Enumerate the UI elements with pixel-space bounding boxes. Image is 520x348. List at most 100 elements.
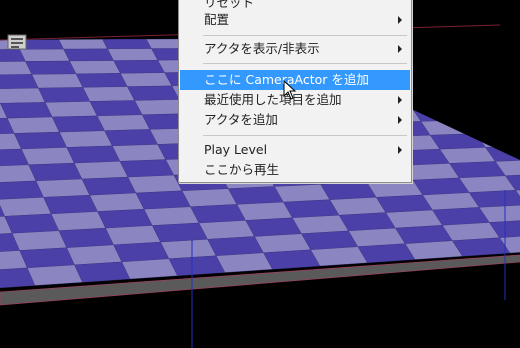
menu-item-label: ここから再生 (204, 162, 280, 177)
floor-tile (245, 217, 302, 237)
floor-tile (198, 220, 255, 240)
floor-tile (89, 192, 145, 212)
floor-tile (127, 174, 183, 194)
mouse-cursor-icon (283, 80, 297, 100)
floor-tile (301, 230, 359, 250)
floor-tile (58, 227, 114, 248)
floor-tile (28, 162, 83, 182)
floor-tile (143, 206, 200, 226)
viewport-options-icon[interactable] (6, 33, 30, 53)
floor-tile (27, 264, 83, 286)
floor-tile (292, 215, 349, 234)
floor-tile (0, 74, 39, 90)
floor-tile (0, 180, 44, 200)
submenu-arrow-icon (398, 146, 402, 154)
floor-tile (75, 73, 128, 88)
floor-tile (82, 86, 135, 102)
floor-tile (135, 190, 191, 210)
submenu-arrow-icon (398, 116, 402, 124)
floor-tile (395, 225, 453, 244)
menu-item-show-hide-actors[interactable]: アクタを表示/非表示 (180, 39, 410, 59)
floor-tile (160, 239, 217, 259)
floor-tile (0, 197, 52, 217)
floor-tile (63, 48, 114, 62)
floor-tile (120, 72, 173, 87)
floor-tile (43, 195, 98, 215)
menu-item-label: Play Level (204, 142, 268, 157)
floor-tile (113, 60, 165, 74)
floor-tile (274, 184, 331, 203)
floor-tile (107, 48, 159, 61)
floor-tile (422, 192, 480, 211)
floor-tile (104, 129, 158, 147)
floor-tile (119, 159, 175, 178)
floor-tile (320, 182, 377, 200)
menu-item-play-level[interactable]: Play Level (180, 140, 410, 160)
floor-tile (58, 39, 108, 50)
floor-tile (4, 213, 60, 234)
floor-tile (215, 252, 273, 273)
floor-tile (228, 186, 284, 205)
floor-tile (66, 244, 123, 266)
floor-tile (168, 255, 226, 276)
menu-item-label: アクタを追加 (204, 112, 278, 127)
floor-tile (121, 258, 178, 280)
floor-tile (31, 73, 84, 89)
floor-tile (97, 209, 153, 229)
floor-tile (69, 60, 121, 75)
floor-tile (13, 131, 68, 150)
submenu-arrow-icon (398, 45, 402, 53)
floor-tile (44, 101, 98, 118)
menu-item-label: 配置 (204, 12, 230, 27)
floor-tile (385, 209, 443, 229)
floor-tile (181, 188, 238, 207)
floor-tile (254, 233, 311, 253)
floor-tile (207, 236, 264, 256)
floor-tile (89, 100, 143, 117)
floor-tile (376, 194, 433, 213)
floor-tile (236, 201, 293, 221)
floor-tile (404, 240, 463, 260)
floor-tile (35, 178, 90, 198)
menu-item-play-from-here[interactable]: ここから再生 (180, 160, 410, 180)
floor-tile (329, 197, 387, 216)
floor-tile (81, 176, 137, 196)
menu-item-placement[interactable]: 配置 (180, 10, 410, 30)
menu-item-label: 最近使用した項目を追加 (204, 92, 342, 107)
submenu-arrow-icon (398, 16, 402, 24)
floor-tile (283, 199, 340, 218)
floor-tile (338, 212, 396, 232)
menu-separator (203, 35, 407, 36)
submenu-arrow-icon (398, 96, 402, 104)
floor-tile (357, 243, 416, 263)
floor-tile (74, 261, 131, 283)
floor-tile (74, 161, 129, 180)
floor-tile (59, 130, 113, 148)
floor-tile (113, 241, 170, 263)
floor-tile (50, 211, 106, 231)
floor-tile (19, 247, 75, 269)
floor-tile (442, 222, 500, 241)
floor-tile (127, 85, 180, 101)
floor-tile (105, 225, 161, 246)
floor-tile (190, 204, 246, 224)
floor-tile (21, 147, 75, 165)
floor-tile (152, 222, 208, 243)
floor-tile (310, 246, 368, 267)
floor-tile (11, 230, 67, 251)
menu-separator (203, 63, 407, 64)
floor-tile (7, 116, 60, 134)
floor-tile (348, 227, 406, 247)
menu-item-add-actor[interactable]: アクタを追加 (180, 110, 410, 130)
floor-tile (0, 87, 46, 104)
floor-tile (96, 114, 151, 131)
floor-tile (102, 38, 152, 50)
floor-tile (51, 115, 105, 133)
menu-item-label: アクタを表示/非表示 (204, 41, 320, 56)
menu-separator (203, 135, 407, 136)
floor-tile (66, 145, 121, 164)
floor-tile (0, 102, 53, 119)
floor-tile (263, 249, 321, 270)
floor-tile (38, 87, 91, 103)
floor-tile (25, 60, 77, 75)
